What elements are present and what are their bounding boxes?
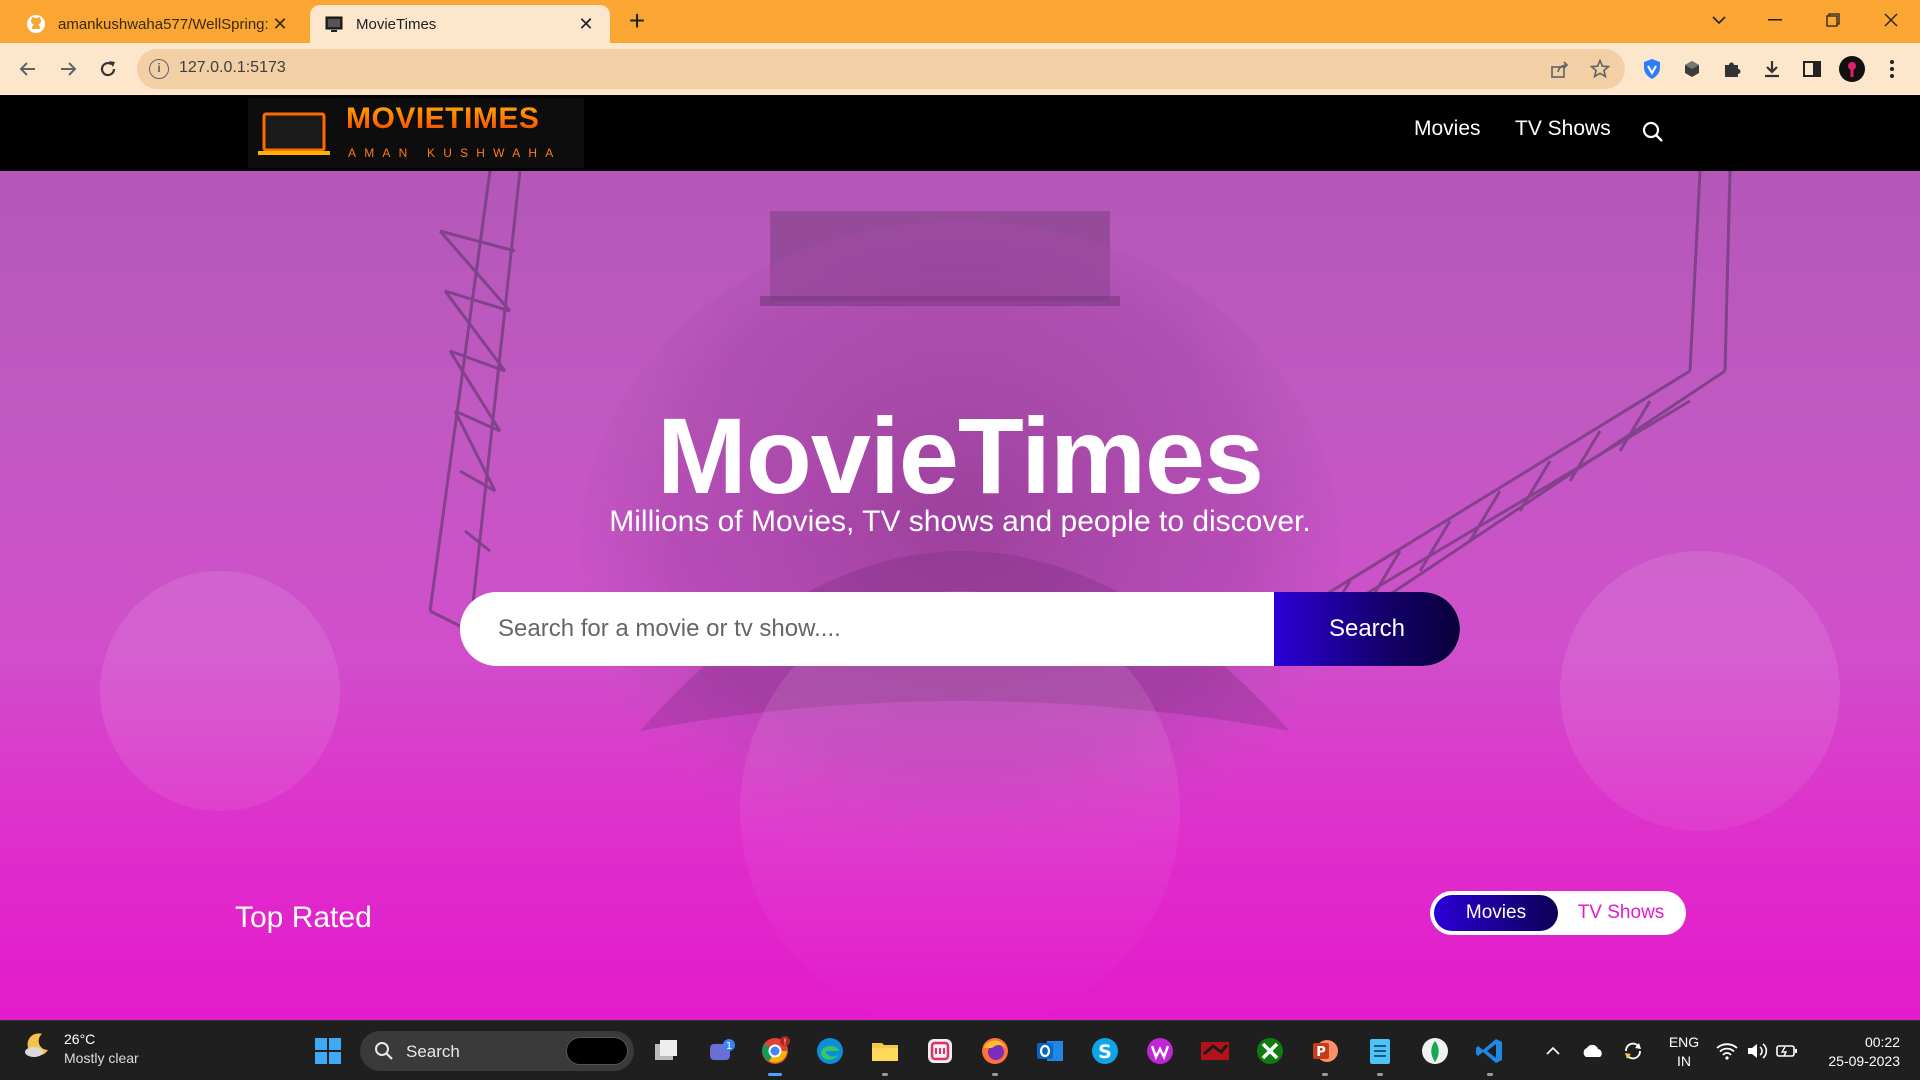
logo-subtitle-text: AMAN KUSHWAHA <box>348 146 562 160</box>
tab-title: MovieTimes <box>356 15 437 33</box>
download-icon[interactable] <box>1756 53 1788 85</box>
shield-extension-icon[interactable] <box>1636 53 1668 85</box>
running-indicator <box>1322 1073 1328 1076</box>
outlook-icon[interactable] <box>1032 1033 1068 1069</box>
teams-icon[interactable]: 1 <box>704 1033 740 1069</box>
running-indicator <box>1487 1073 1493 1076</box>
bookmark-star-icon[interactable] <box>1589 58 1611 80</box>
tab-search-icon[interactable] <box>1694 0 1744 40</box>
site-info-icon[interactable]: i <box>149 59 169 79</box>
forward-icon[interactable] <box>52 53 84 85</box>
svg-text:P: P <box>1316 1045 1326 1060</box>
top-rated-heading: Top Rated <box>235 901 372 934</box>
switch-option-movies[interactable]: Movies <box>1434 895 1558 931</box>
hero-subtitle: Millions of Movies, TV shows and people … <box>609 505 1311 538</box>
share-icon[interactable] <box>1549 58 1571 80</box>
task-view-icon[interactable] <box>648 1033 684 1069</box>
tab-github[interactable]: amankushwaha577/WellSpring: P ✕ <box>12 5 304 43</box>
firefox-icon[interactable] <box>977 1033 1013 1076</box>
file-explorer-icon[interactable] <box>867 1033 903 1076</box>
notepad-icon[interactable] <box>1362 1033 1398 1076</box>
tab-movietimes[interactable]: MovieTimes ✕ <box>310 5 610 43</box>
powerpoint-icon[interactable]: P <box>1307 1033 1343 1076</box>
weather-widget[interactable]: 26°C Mostly clear <box>22 1030 139 1066</box>
cube-extension-icon[interactable] <box>1676 53 1708 85</box>
edge-icon[interactable] <box>812 1033 848 1069</box>
onedrive-icon[interactable] <box>1578 1021 1608 1080</box>
running-indicator <box>1377 1073 1383 1076</box>
side-panel-icon[interactable] <box>1796 53 1828 85</box>
tab-title: amankushwaha577/WellSpring: P <box>58 15 270 33</box>
top-rated-switch: Movies TV Shows <box>1430 891 1686 935</box>
game-app-icon[interactable] <box>1197 1033 1233 1069</box>
switch-option-tv-shows[interactable]: TV Shows <box>1560 895 1682 931</box>
mongodb-compass-icon[interactable] <box>1417 1033 1453 1069</box>
battery-icon[interactable] <box>1772 1021 1802 1080</box>
weather-condition: Mostly clear <box>64 1050 139 1066</box>
close-tab-icon[interactable]: ✕ <box>576 14 596 35</box>
xbox-icon[interactable] <box>1252 1033 1288 1069</box>
close-window-icon[interactable] <box>1866 0 1916 40</box>
search-icon[interactable] <box>1642 121 1664 148</box>
clock-time: 00:22 <box>1864 1034 1900 1050</box>
site-header: MOVIETIMES AMAN KUSHWAHA Movies TV Shows <box>0 95 1920 171</box>
restore-icon[interactable] <box>1808 0 1858 40</box>
close-tab-icon[interactable]: ✕ <box>270 14 290 35</box>
puzzle-extensions-icon[interactable] <box>1716 53 1748 85</box>
weather-temp: 26°C <box>64 1031 96 1047</box>
url-text: 127.0.0.1:5173 <box>179 59 286 76</box>
web-page: MOVIETIMES AMAN KUSHWAHA Movies TV Shows <box>0 95 1920 1020</box>
wps-office-icon[interactable] <box>1142 1033 1178 1069</box>
chrome-menu-icon[interactable] <box>1876 53 1908 85</box>
teams-badge: 1 <box>726 1041 732 1052</box>
browser-tab-bar: amankushwaha577/WellSpring: P ✕ MovieTim… <box>0 0 1920 43</box>
nav-movies-link[interactable]: Movies <box>1414 117 1481 141</box>
svg-text:S: S <box>1098 1041 1112 1063</box>
hero-search-input[interactable] <box>460 592 1274 666</box>
chrome-badge: ! <box>783 1038 786 1047</box>
running-indicator <box>882 1073 888 1076</box>
browser-toolbar: i 127.0.0.1:5173 <box>0 43 1920 95</box>
language-code: ENG <box>1668 1034 1700 1050</box>
site-logo[interactable]: MOVIETIMES AMAN KUSHWAHA <box>248 98 584 168</box>
snipping-tool-icon[interactable] <box>922 1033 958 1069</box>
language-region: IN <box>1677 1053 1691 1069</box>
windows-taskbar: 26°C Mostly clear Search 1 ! S P ENG IN … <box>0 1020 1920 1080</box>
clock-date: 25-09-2023 <box>1828 1053 1900 1069</box>
hero-search-bar: Search <box>460 592 1460 666</box>
github-icon <box>26 14 46 34</box>
taskbar-search-label: Search <box>406 1042 460 1061</box>
back-icon[interactable] <box>12 53 44 85</box>
volume-icon[interactable] <box>1742 1021 1772 1080</box>
minimize-icon[interactable] <box>1750 0 1800 40</box>
system-clock[interactable]: 00:22 25-09-2023 <box>1810 1033 1900 1071</box>
movietimes-favicon <box>324 14 344 34</box>
moon-cloud-icon <box>25 1033 48 1057</box>
logo-brand-text: MOVIETIMES <box>346 102 540 135</box>
windows-start-icon[interactable] <box>310 1033 346 1069</box>
language-indicator[interactable]: ENG IN <box>1664 1033 1704 1071</box>
hero-search-button[interactable]: Search <box>1274 592 1460 666</box>
profile-avatar[interactable] <box>1836 53 1868 85</box>
vscode-icon[interactable] <box>1472 1033 1508 1076</box>
search-highlight-icon <box>566 1037 628 1065</box>
reload-icon[interactable] <box>92 53 124 85</box>
nav-tv-shows-link[interactable]: TV Shows <box>1515 117 1611 141</box>
hero-title: MovieTimes <box>656 395 1264 516</box>
search-icon <box>375 1042 393 1060</box>
active-indicator <box>768 1073 782 1076</box>
tv-logo-icon <box>258 112 330 155</box>
skype-icon[interactable]: S <box>1087 1033 1123 1069</box>
address-bar[interactable]: i 127.0.0.1:5173 <box>137 49 1625 89</box>
running-indicator <box>992 1073 998 1076</box>
chrome-taskbar-icon[interactable]: ! <box>757 1033 793 1076</box>
taskbar-search-box[interactable]: Search <box>360 1031 634 1071</box>
new-tab-button[interactable]: + <box>622 6 652 36</box>
hero-banner: MovieTimes Millions of Movies, TV shows … <box>0 171 1920 1020</box>
tray-overflow-icon[interactable] <box>1538 1021 1568 1080</box>
wifi-icon[interactable] <box>1712 1021 1742 1080</box>
sync-icon[interactable] <box>1618 1021 1648 1080</box>
